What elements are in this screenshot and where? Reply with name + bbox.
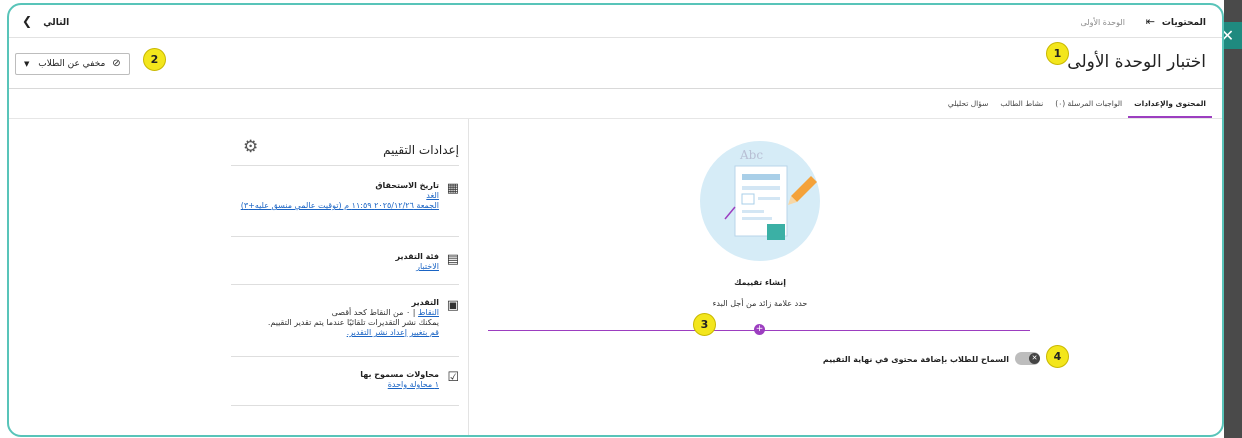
due-date-value[interactable]: الجمعة ٢٠٢٥/١٢/٢٦ ١١:٥٩ م (توقيت عالمي م… <box>234 201 439 211</box>
settings-title: إعدادات التقييم <box>383 143 459 157</box>
next-button[interactable]: ❮ التالي <box>22 14 69 28</box>
grade-category-title: فئة التقدير <box>395 252 439 261</box>
grading-note: يمكنك نشر التقديرات تلقائيًا عندما يتم ت… <box>267 318 439 327</box>
eye-slash-icon: ⊘ <box>112 58 121 69</box>
calendar-icon: ▦ <box>446 181 459 196</box>
caret-down-icon: ▼ <box>24 60 30 68</box>
settings-divider <box>231 356 459 357</box>
grading-title: التقدير <box>411 298 439 307</box>
svg-text:Abc: Abc <box>739 148 763 162</box>
create-assessment-subtitle: حدد علامة زائد من أجل البدء <box>712 299 808 308</box>
tab-student-activity[interactable]: نشاط الطالب <box>994 93 1049 118</box>
clipboard-icon: ▤ <box>446 252 459 267</box>
visibility-label: مخفي عن الطلاب <box>38 59 106 69</box>
due-date-link[interactable]: الغد <box>234 191 439 201</box>
grade-category-link[interactable]: الاختبار <box>234 262 439 272</box>
callout-3: 3 <box>693 313 716 336</box>
page-header: ⊘ مخفي عن الطلاب ▼ اختبار الوحدة الأولى <box>9 38 1222 89</box>
attempts-row: ☑ محاولات مسموح بها ١ محاولة واحدة <box>231 370 459 400</box>
settings-divider <box>231 236 459 237</box>
tab-analytic-question[interactable]: سؤال تحليلي <box>942 93 995 118</box>
points-link[interactable]: النقاط <box>418 308 439 317</box>
page-title: اختبار الوحدة الأولى <box>1067 52 1206 72</box>
settings-divider <box>231 284 459 285</box>
settings-divider <box>231 165 459 166</box>
callout-2: 2 <box>143 48 166 71</box>
allow-content-label: السماح للطلاب بإضافة محتوى في نهاية التق… <box>822 355 1009 364</box>
create-assessment-illustration: Abc <box>700 141 820 261</box>
tab-bar: المحتوى والإعدادات الواجبات المرسلة (٠) … <box>942 93 1212 118</box>
due-date-row: ▦ تاريخ الاستحقاق الغد الجمعة ٢٠٢٥/١٢/٢٦… <box>231 181 459 231</box>
gear-icon[interactable]: ⚙ <box>243 137 258 157</box>
tabs-divider <box>9 118 1222 119</box>
due-date-title: تاريخ الاستحقاق <box>375 181 439 190</box>
grade-sheet-icon: ▣ <box>446 298 459 313</box>
plus-icon[interactable]: + <box>754 324 765 335</box>
attempts-title: محاولات مسموح بها <box>360 370 439 379</box>
checkbox-icon: ☑ <box>447 370 459 385</box>
breadcrumb-unit[interactable]: الوحدة الأولى <box>1080 18 1124 27</box>
attempts-link[interactable]: ١ محاولة واحدة <box>234 380 439 390</box>
points-text: | ٠ من النقاط كحد أقصى <box>331 308 416 317</box>
side-rail <box>1224 0 1242 438</box>
settings-divider <box>231 405 459 406</box>
visibility-dropdown[interactable]: ⊘ مخفي عن الطلاب ▼ <box>15 53 130 75</box>
toggle-off-icon: ✕ <box>1029 353 1040 364</box>
grade-category-row: ▤ فئة التقدير الاختبار <box>231 252 459 282</box>
grading-note-link[interactable]: قم بتغيير إعداد نشر التقدير. <box>234 328 439 338</box>
exit-arrow-icon[interactable]: ⇤ <box>1146 15 1155 28</box>
chevron-left-icon: ❮ <box>22 14 33 28</box>
callout-4: 4 <box>1046 345 1069 368</box>
next-label: التالي <box>43 18 70 28</box>
tab-content-settings[interactable]: المحتوى والإعدادات <box>1128 93 1212 118</box>
breadcrumb-contents[interactable]: المحتويات <box>1162 18 1206 28</box>
breadcrumb: المحتويات ⇤ الوحدة الأولى <box>1080 15 1206 28</box>
create-assessment-title: إنشاء تقييمك <box>734 278 786 287</box>
grading-row: ▣ التقدير النقاط | ٠ من النقاط كحد أقصى … <box>231 298 459 353</box>
tab-submissions[interactable]: الواجبات المرسلة (٠) <box>1049 93 1128 118</box>
top-bar: ❮ التالي المحتويات ⇤ الوحدة الأولى <box>9 5 1222 38</box>
assessment-panel: ❮ التالي المحتويات ⇤ الوحدة الأولى ⊘ مخف… <box>7 3 1224 437</box>
callout-1: 1 <box>1046 42 1069 65</box>
column-divider <box>468 119 469 435</box>
